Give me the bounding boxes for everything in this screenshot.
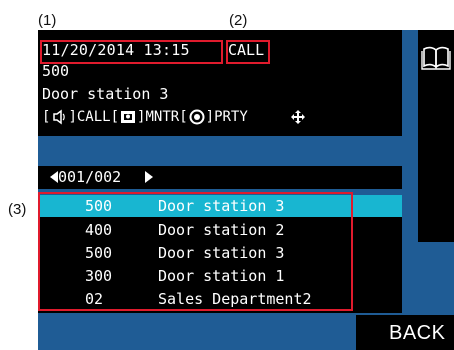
list-item-number: 300	[85, 267, 113, 285]
station-list: 500 Door station 3 400 Door station 2 50…	[38, 195, 402, 313]
monitor-operation-label: MNTR	[145, 109, 180, 125]
station-number: 500	[42, 62, 70, 80]
call-state-text: CALL	[228, 41, 265, 59]
bracket-close: ]	[205, 109, 215, 125]
status-panel: 11/20/2014 13:15 CALL 500 Door station 3…	[38, 30, 402, 136]
annotation-1-label: (1)	[38, 12, 57, 29]
party-icon	[189, 109, 205, 125]
bracket-close: ]	[137, 109, 146, 125]
bracket-close: ]	[68, 109, 77, 125]
list-item-name: Door station 3	[158, 197, 285, 215]
page-navigator: 001/002	[38, 166, 402, 189]
annotation-3-label: (3)	[8, 201, 27, 218]
list-item-number: 500	[85, 244, 113, 262]
list-item-number: 500	[85, 197, 113, 215]
list-item-name: Door station 1	[158, 267, 285, 285]
bracket-open: [	[42, 109, 51, 125]
list-item-name: Door station 3	[158, 244, 285, 262]
previous-page-arrow-icon[interactable]	[50, 171, 58, 183]
book-icon[interactable]	[420, 45, 452, 71]
phonebook-panel[interactable]	[418, 30, 454, 242]
list-item[interactable]: 500 Door station 3	[38, 195, 402, 217]
list-item[interactable]: 400 Door station 2	[38, 219, 402, 241]
monitor-icon	[121, 111, 136, 123]
datetime-text: 11/20/2014 13:15	[42, 41, 190, 59]
back-button-label: BACK	[389, 322, 446, 344]
call-operation-label: CALL	[76, 109, 111, 125]
side-gap	[402, 30, 418, 250]
move-arrows-icon	[290, 110, 305, 124]
intercom-screen: 11/20/2014 13:15 CALL 500 Door station 3…	[38, 30, 454, 350]
bracket-open: [	[110, 109, 120, 125]
list-item-name: Sales Department2	[158, 290, 312, 308]
operation-guide: [ ] CALL [ ] MNTR [ ] PRTY	[42, 108, 307, 126]
list-item[interactable]: 02 Sales Department2	[38, 288, 402, 310]
bracket-open: [	[179, 109, 188, 125]
list-item-number: 400	[85, 221, 113, 239]
party-operation-label: PRTY	[214, 109, 248, 125]
page-indicator: 001/002	[58, 168, 122, 186]
list-item[interactable]: 500 Door station 3	[38, 242, 402, 264]
annotation-2-label: (2)	[229, 12, 248, 29]
list-item-number: 02	[85, 290, 104, 308]
back-button[interactable]: BACK	[356, 315, 454, 350]
next-page-arrow-icon[interactable]	[145, 171, 153, 183]
list-item-name: Door station 2	[158, 221, 285, 239]
station-name: Door station 3	[42, 85, 169, 103]
speaker-icon	[53, 109, 66, 125]
list-item[interactable]: 300 Door station 1	[38, 265, 402, 287]
